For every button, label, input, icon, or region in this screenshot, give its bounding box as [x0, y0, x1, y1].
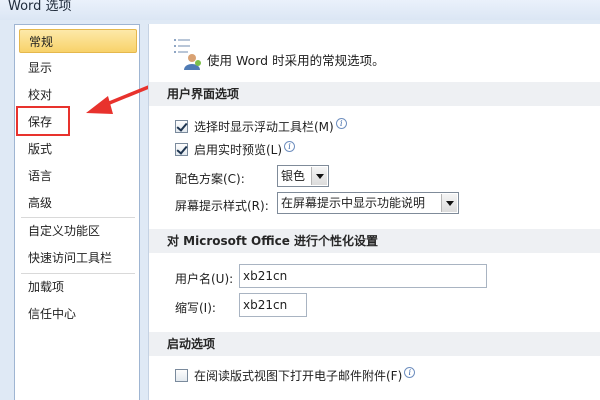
chevron-down-icon[interactable]	[311, 167, 327, 185]
mini-toolbar-checkbox[interactable]	[175, 120, 188, 133]
initials-input[interactable]: xb21cn	[239, 293, 307, 317]
reading-layout-checkbox[interactable]	[175, 369, 188, 382]
section-startup-options: 启动选项	[149, 332, 600, 356]
panel-header-text: 使用 Word 时采用的常规选项。	[207, 53, 385, 68]
live-preview-option: 启用实时预览(L) i	[175, 141, 296, 161]
screentip-style-select[interactable]: 在屏幕提示中显示功能说明	[277, 192, 459, 214]
live-preview-checkbox[interactable]	[175, 143, 188, 156]
color-scheme-label: 配色方案(C):	[175, 172, 245, 186]
username-label: 用户名(U):	[175, 272, 234, 286]
info-icon: i	[335, 118, 347, 129]
color-scheme-select[interactable]: 银色	[277, 165, 329, 187]
initials-label: 缩写(I):	[175, 301, 216, 315]
mini-toolbar-option: 选择时显示浮动工具栏(M) i	[175, 118, 347, 138]
screentip-style-value: 在屏幕提示中显示功能说明	[281, 196, 426, 210]
options-panel: 使用 Word 时采用的常规选项。 用户界面选项 选择时显示浮动工具栏(M) i …	[148, 24, 600, 400]
general-options-icon	[174, 39, 201, 70]
chevron-down-icon[interactable]	[441, 194, 457, 212]
info-icon: i	[404, 367, 416, 378]
section-ui-options: 用户界面选项	[149, 82, 600, 106]
username-input[interactable]: xb21cn	[239, 264, 487, 288]
mini-toolbar-label[interactable]: 选择时显示浮动工具栏(M)	[194, 120, 334, 134]
section-personalize: 对 Microsoft Office 进行个性化设置	[149, 229, 600, 253]
screentip-style-label: 屏幕提示样式(R):	[175, 199, 269, 213]
live-preview-label[interactable]: 启用实时预览(L)	[194, 143, 282, 157]
reading-layout-option: 在阅读版式视图下打开电子邮件附件(F) i	[175, 367, 416, 387]
color-scheme-value: 银色	[281, 169, 306, 183]
info-icon: i	[284, 141, 296, 152]
reading-layout-label[interactable]: 在阅读版式视图下打开电子邮件附件(F)	[194, 369, 402, 383]
